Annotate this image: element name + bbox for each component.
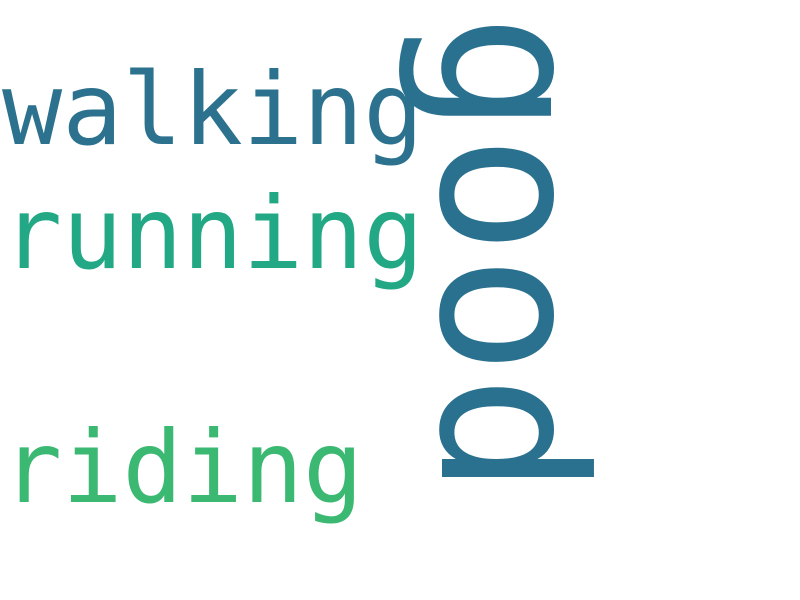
word-good: good [394,14,627,496]
word-riding: riding [2,409,364,526]
word-cloud: walking running riding good [0,0,800,600]
word-walking: walking [2,51,424,168]
word-running: running [2,175,424,292]
